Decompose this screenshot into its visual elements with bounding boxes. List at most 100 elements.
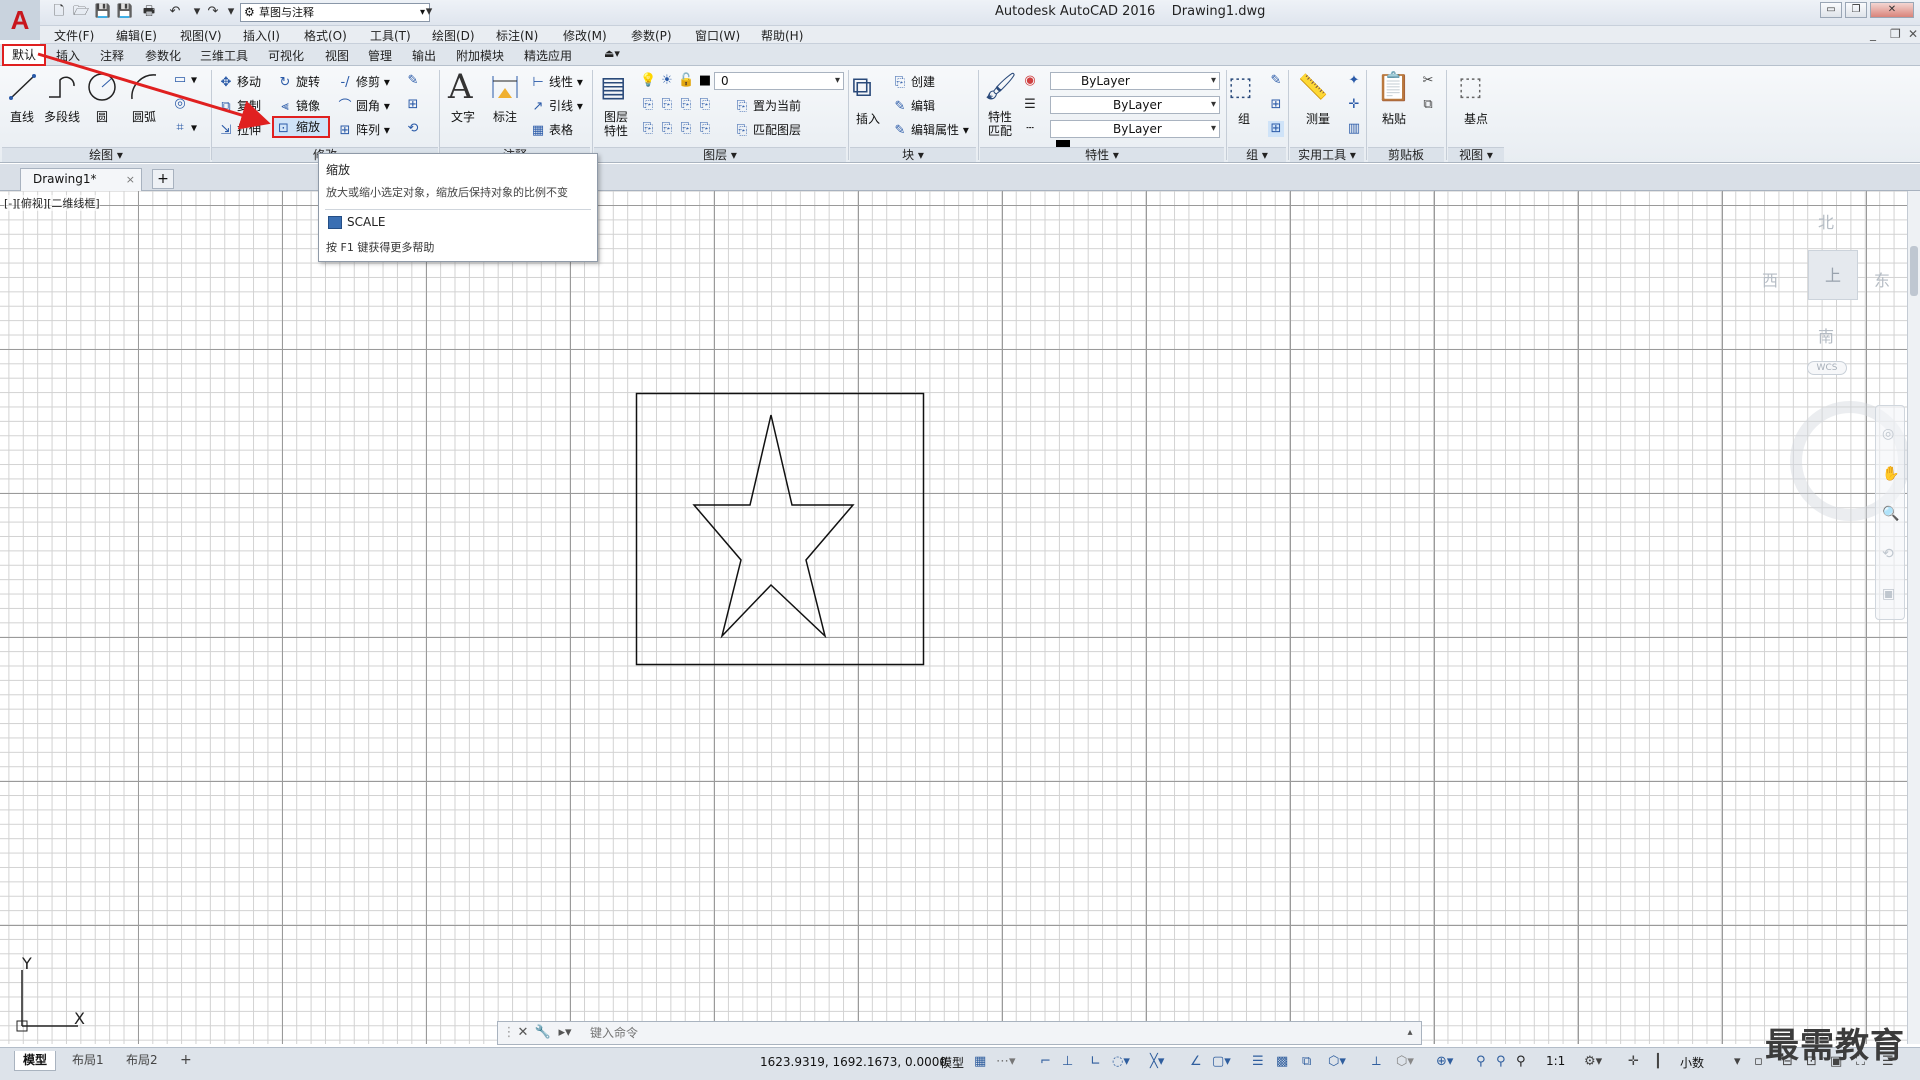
group-edit-icon[interactable]: ⊞ [1268,97,1287,113]
viewcube-top-face[interactable]: 上 [1808,250,1858,300]
properties-panel-title[interactable]: 特性 ▾ [980,147,1224,162]
match-properties-button[interactable]: 特性 匹配 [988,110,1012,138]
layers-panel-title[interactable]: 图层 ▾ [594,147,846,162]
zoom-icon[interactable]: 🔍 [1882,506,1899,522]
save-icon[interactable]: 💾 [94,3,112,21]
tab-featured-apps[interactable]: 精选应用 [524,47,572,64]
model-space-button[interactable]: 模型 [940,1054,964,1071]
point-icon[interactable]: ✛ [1346,97,1365,113]
annotation-scale-icon[interactable]: ⚲ [1516,1054,1526,1069]
add-layout-button[interactable]: + [172,1051,200,1071]
calculator-icon[interactable]: ▥ [1346,121,1365,137]
menu-parametric[interactable]: 参数(P) [631,27,672,44]
edit-attribute-button[interactable]: ✎ 编辑属性 ▾ [892,121,969,139]
dynamic-ucs-icon[interactable]: ⟂ [1372,1054,1381,1069]
fillet-button[interactable]: ⌒ 圆角 ▾ [337,97,389,115]
offset-icon[interactable]: ⟲ [405,121,424,137]
ribbon-minimize-icon[interactable]: ⏏▾ [604,47,620,60]
make-current-button[interactable]: ⎘ 置为当前 [734,97,801,115]
linetype-icon[interactable]: ┄ [1022,121,1041,137]
isodraft-icon[interactable]: ╳▾ [1150,1054,1164,1069]
viewcube-north[interactable]: 北 [1818,209,1834,233]
group-button[interactable]: 组 [1238,110,1250,127]
new-tab-button[interactable]: + [152,169,174,189]
restore-button[interactable]: ❐ [1845,2,1867,18]
object-snap-tracking-icon[interactable]: ∠ [1190,1054,1202,1069]
copy-clip-icon[interactable]: ⧉ [1420,97,1439,113]
open-file-icon[interactable]: 🗁 [72,3,90,21]
infer-icon[interactable]: ⌐ [1040,1054,1051,1069]
menu-format[interactable]: 格式(O) [304,27,347,44]
measure-button[interactable]: 测量 [1306,110,1330,127]
orbit-icon[interactable]: ⟲ [1882,546,1894,562]
wcs-dropdown[interactable]: WCS [1807,361,1847,375]
tab-addins[interactable]: 附加模块 [456,47,504,64]
layout-tab-model[interactable]: 模型 [14,1051,57,1071]
close-button[interactable]: ✕ [1870,2,1914,18]
document-tab[interactable]: Drawing1* × [20,168,142,191]
redo-dropdown-icon[interactable]: ▾ [222,3,240,21]
layer-select[interactable]: 0 [714,72,844,90]
drawing-canvas[interactable]: [-][俯视][二维线框] 北 南 东 西 上 WCS ◎ ✋ 🔍 ⟲ ▣ Y … [0,191,1907,1044]
quick-access-customize-icon[interactable]: ▾ [420,3,438,21]
paste-button[interactable]: 粘贴 [1382,110,1406,127]
grid-icon[interactable]: ▦ [974,1054,986,1069]
menu-help[interactable]: 帮助(H) [761,27,803,44]
match-layer-button[interactable]: ⎘ 匹配图层 [734,121,801,139]
gizmo-icon[interactable]: ⊕▾ [1436,1054,1453,1069]
auto-scale-icon[interactable]: ⚲ [1496,1054,1506,1069]
create-block-button[interactable]: ⎘ 创建 [892,73,935,91]
tab-output[interactable]: 输出 [412,47,436,64]
tab-view[interactable]: 视图 [325,47,349,64]
snap-icon[interactable]: ⋯▾ [996,1054,1016,1069]
quick-select-icon[interactable]: ✦ [1346,73,1365,89]
print-icon[interactable]: 🖶 [140,3,158,21]
command-input[interactable] [590,1024,1380,1042]
dimension-button[interactable]: 标注 [493,108,517,125]
tab-manage[interactable]: 管理 [368,47,392,64]
navigation-bar[interactable]: ◎ ✋ 🔍 ⟲ ▣ [1875,405,1905,620]
showmotion-icon[interactable]: ▣ [1882,586,1895,602]
utilities-panel-title[interactable]: 实用工具 ▾ [1290,147,1364,162]
redo-icon[interactable]: ↷ [204,3,222,21]
workspace-select[interactable]: 草图与注释 [240,3,430,22]
menu-draw[interactable]: 绘图(D) [432,27,475,44]
trim-button[interactable]: -/修剪 ▾ [337,73,389,91]
save-as-icon[interactable]: 💾 [116,3,134,21]
selection-filter-icon[interactable]: ⬡▾ [1396,1054,1414,1069]
array-button[interactable]: ⊞ 阵列 ▾ [337,121,390,139]
leader-button[interactable]: ↗ 引线 ▾ [530,97,583,115]
units-dropdown-icon[interactable]: ▾ [1734,1054,1741,1069]
annotation-visibility-icon[interactable]: ⚲ [1476,1054,1486,1069]
color-select[interactable]: ByLayer [1050,72,1220,90]
viewcube-east[interactable]: 东 [1874,267,1890,291]
menu-modify[interactable]: 修改(M) [563,27,607,44]
close-icon[interactable]: ✕ [514,1025,532,1041]
workspace-switch-icon[interactable]: ⚙▾ [1584,1054,1602,1069]
layout-tab-1[interactable]: 布局1 [64,1051,112,1071]
pan-icon[interactable]: ✋ [1882,466,1899,482]
dynamic-input-icon[interactable]: ⊥ [1062,1054,1073,1069]
close-icon[interactable]: × [126,169,135,190]
base-point-button[interactable]: 基点 [1464,110,1488,127]
layer-properties-button[interactable]: 图层 特性 [604,110,628,138]
linear-dimension-button[interactable]: ⊢ 线性 ▾ [530,73,583,91]
viewcube-west[interactable]: 西 [1762,267,1778,291]
table-button[interactable]: ▦ 表格 [530,121,573,139]
edit-block-button[interactable]: ✎ 编辑 [892,97,935,115]
ungroup-icon[interactable]: ✎ [1268,73,1287,89]
menu-tools[interactable]: 工具(T) [370,27,411,44]
lineweight-toggle-icon[interactable]: ☰ [1252,1054,1264,1069]
linetype-select[interactable]: ByLayer [1050,96,1220,114]
lineweight-icon[interactable]: ☰ [1022,97,1041,113]
quick-properties-icon[interactable]: ▫ [1754,1054,1763,1069]
command-history-icon[interactable]: ▴ [1401,1025,1419,1041]
application-menu-button[interactable]: A [0,0,40,40]
lineweight-select[interactable]: ByLayer [1050,120,1220,138]
units-select[interactable]: 小数 [1680,1054,1704,1071]
customize-icon[interactable]: 🔧 [534,1025,552,1041]
insert-block-button[interactable]: 插入 [856,110,880,127]
ortho-icon[interactable]: ∟ [1090,1054,1101,1069]
explode-icon[interactable]: ⊞ [405,97,424,113]
layout-tab-2[interactable]: 布局2 [118,1051,166,1071]
